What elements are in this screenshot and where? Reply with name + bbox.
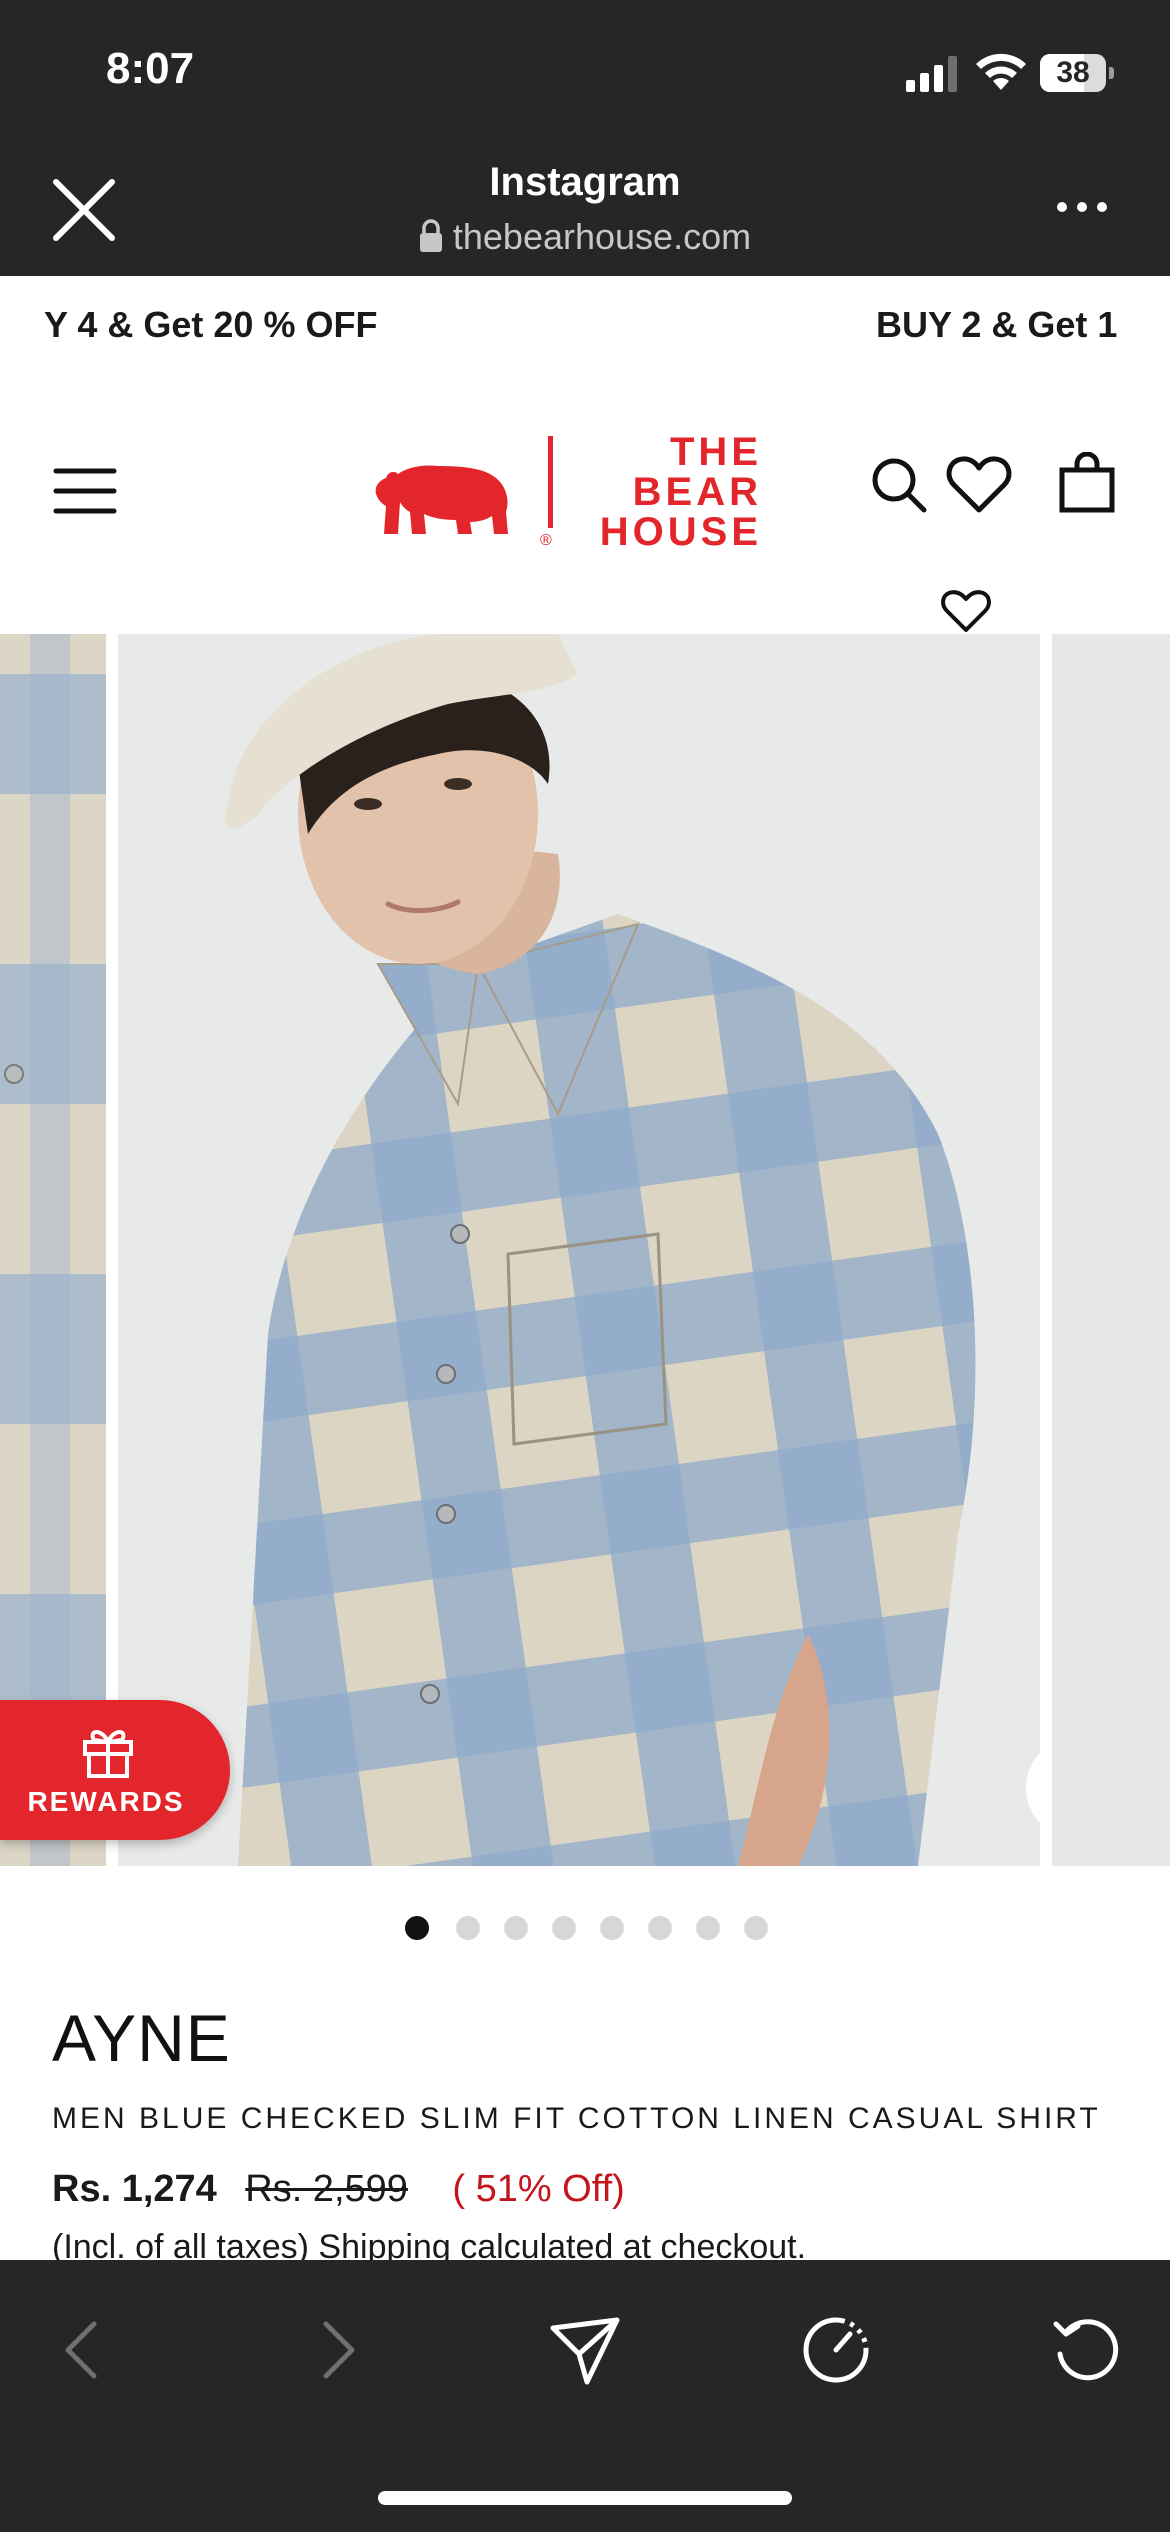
share-icon[interactable]: [545, 2310, 625, 2390]
gallery-slide-active[interactable]: [118, 634, 1040, 1866]
logo-line: THE: [670, 430, 762, 474]
gift-icon: [83, 1730, 133, 1778]
battery-level: 38: [1056, 56, 1090, 89]
logo-wordmark: THE BEAR HOUSE: [572, 432, 762, 552]
browser-url: thebearhouse.com: [452, 216, 752, 257]
promo-text-right: BUY 2 & Get 1: [876, 304, 1118, 345]
product-model-image: [118, 634, 1040, 1866]
gallery-slide-next[interactable]: [1052, 634, 1170, 1866]
pagination-dot-active[interactable]: [405, 1916, 429, 1940]
gallery-pagination: [0, 1916, 1170, 1946]
logo-line: BEAR: [632, 470, 762, 514]
pagination-dot[interactable]: [600, 1916, 624, 1940]
heart-icon[interactable]: [946, 454, 1012, 516]
pagination-dot[interactable]: [552, 1916, 576, 1940]
pagination-dot[interactable]: [456, 1916, 480, 1940]
more-icon[interactable]: [1052, 192, 1112, 222]
pagination-dot[interactable]: [504, 1916, 528, 1940]
site-header: ® THE BEAR HOUSE: [0, 376, 1170, 630]
status-bar: 8:07 38: [0, 0, 1170, 140]
back-icon[interactable]: [44, 2310, 124, 2390]
original-price: Rs. 2,599: [245, 2168, 408, 2210]
pagination-dot[interactable]: [648, 1916, 672, 1940]
gallery-slide-previous[interactable]: [0, 634, 106, 1866]
reload-icon[interactable]: [1046, 2310, 1126, 2390]
sale-price: Rs. 1,274: [52, 2168, 217, 2210]
menu-icon[interactable]: [52, 466, 118, 516]
search-icon[interactable]: [868, 454, 930, 516]
rewards-button[interactable]: REWARDS: [0, 1700, 230, 1840]
forward-icon[interactable]: [296, 2310, 376, 2390]
pagination-dot[interactable]: [744, 1916, 768, 1940]
product-brand: AYNE: [52, 2001, 231, 2075]
rewards-label: REWARDS: [27, 1786, 185, 1817]
home-indicator[interactable]: [378, 2491, 792, 2505]
compass-icon[interactable]: [796, 2310, 876, 2390]
lock-icon: [419, 219, 442, 252]
bear-logo-icon: [375, 465, 508, 534]
logo-divider: [548, 436, 553, 528]
discount-percent: ( 51% Off): [452, 2168, 625, 2210]
browser-header: Instagram thebearhouse.com: [0, 140, 1170, 276]
product-gallery[interactable]: [0, 634, 1170, 1866]
battery-indicator: 38: [1040, 54, 1114, 92]
browser-url-row[interactable]: thebearhouse.com: [0, 216, 1170, 258]
cellular-signal-icon: [906, 56, 957, 92]
promo-text-left: Y 4 & Get 20 % OFF: [44, 304, 378, 345]
price-row: Rs. 1,274 Rs. 2,599 ( 51% Off): [52, 2168, 625, 2218]
shirt-fabric-image: [0, 634, 106, 1866]
browser-title: Instagram: [489, 160, 681, 204]
bag-icon[interactable]: [1056, 452, 1118, 514]
status-time: 8:07: [106, 44, 195, 93]
logo-registered-mark: ®: [540, 532, 552, 549]
wifi-icon: [976, 53, 1026, 90]
logo-line: HOUSE: [599, 510, 762, 554]
wishlist-heart-icon[interactable]: [940, 588, 992, 634]
product-title: MEN BLUE CHECKED SLIM FIT COTTON LINEN C…: [52, 2102, 1101, 2135]
pagination-dot[interactable]: [696, 1916, 720, 1940]
site-logo[interactable]: ® THE BEAR HOUSE: [372, 428, 792, 552]
promo-marquee[interactable]: Y 4 & Get 20 % OFF BUY 2 & Get 1: [0, 276, 1170, 376]
